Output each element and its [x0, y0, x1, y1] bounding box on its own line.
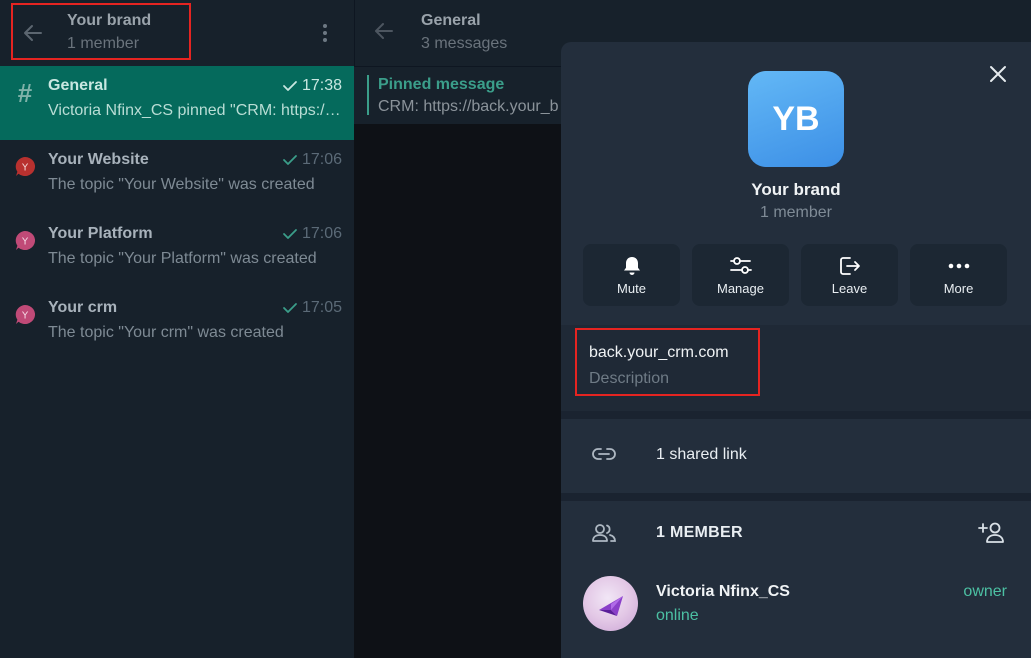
topic-name: Your Platform: [48, 225, 153, 242]
close-button[interactable]: [986, 62, 1010, 86]
section-divider: [561, 411, 1031, 419]
more-menu-icon[interactable]: [317, 20, 333, 46]
leave-label: Leave: [831, 280, 868, 296]
members-header: 1 MEMBER: [561, 501, 1031, 565]
pinned-title: Pinned message: [378, 76, 505, 93]
topic-name: General: [48, 77, 108, 94]
bell-icon: [623, 256, 640, 275]
topic-name: Your crm: [48, 299, 118, 316]
action-buttons: Mute Manage Leave More: [583, 244, 1009, 306]
pinned-text: CRM: https://back.your_b: [378, 98, 559, 115]
group-name: Your brand: [751, 180, 841, 199]
hash-icon: #: [17, 78, 33, 108]
svg-text:Y: Y: [21, 163, 29, 174]
check-icon: [283, 81, 297, 91]
avatar: [583, 576, 638, 631]
group-member-count: 1 member: [759, 204, 833, 221]
more-icon: [948, 263, 969, 268]
chat-title[interactable]: General: [421, 12, 481, 30]
manage-button[interactable]: Manage: [692, 244, 789, 306]
mute-label: Mute: [617, 280, 646, 296]
topic-preview: Victoria Nfinx_CS pinned "CRM: https://b…: [48, 102, 344, 119]
topic-name: Your Website: [48, 151, 149, 168]
leave-icon: [839, 256, 860, 275]
topic-item-your-website[interactable]: Y Your Website 17:06 The topic "Your Web…: [0, 140, 354, 214]
sliders-icon: [729, 256, 752, 274]
members-count-label: 1 MEMBER: [656, 524, 743, 541]
topic-preview: The topic "Your Platform" was created: [48, 250, 317, 267]
topic-icon: Y: [12, 302, 38, 328]
svg-text:Y: Y: [21, 237, 29, 248]
more-label: More: [943, 280, 974, 296]
pinned-accent-bar: [367, 75, 369, 115]
forum-topic-list: Your brand 1 member # General 17:38 Vict…: [0, 0, 354, 658]
member-name: Victoria Nfinx_CS: [656, 583, 790, 600]
close-icon: [990, 66, 1006, 82]
more-button[interactable]: More: [910, 244, 1007, 306]
sidebar-header: Your brand 1 member: [0, 0, 354, 66]
svg-text:Y: Y: [21, 311, 29, 322]
leave-button[interactable]: Leave: [801, 244, 898, 306]
topic-time: 17:38: [282, 77, 342, 95]
description-value[interactable]: back.your_crm.com: [589, 344, 729, 362]
mute-button[interactable]: Mute: [583, 244, 680, 306]
members-icon: [591, 522, 617, 549]
topic-icon: Y: [12, 154, 38, 180]
arrow-left-icon: [375, 23, 393, 39]
add-member-button[interactable]: [978, 520, 1006, 549]
description-section: back.your_crm.com Description: [561, 325, 1031, 411]
topic-preview: The topic "Your crm" was created: [48, 324, 284, 341]
topic-time: 17:06: [282, 151, 342, 169]
section-divider: [561, 493, 1031, 501]
add-user-icon: [978, 522, 1004, 543]
topic-time: 17:06: [282, 225, 342, 243]
member-role-badge: owner: [963, 583, 1007, 600]
topic-time: 17:05: [282, 299, 342, 317]
chat-message-count: 3 messages: [421, 35, 508, 52]
shared-links-label: 1 shared link: [656, 446, 747, 463]
topic-preview: The topic "Your Website" was created: [48, 176, 315, 193]
check-icon: [283, 229, 297, 239]
link-icon: [591, 443, 617, 470]
member-row[interactable]: Victoria Nfinx_CS online owner: [561, 569, 1031, 641]
manage-label: Manage: [717, 280, 764, 296]
chat-back-button[interactable]: [373, 20, 395, 47]
topic-item-your-crm[interactable]: Y Your crm 17:05 The topic "Your crm" wa…: [0, 288, 354, 362]
forum-member-count: 1 member: [67, 35, 140, 52]
group-info-panel: YB Your brand 1 member Mute Manage Leave…: [561, 42, 1031, 658]
check-icon: [283, 303, 297, 313]
topic-item-general[interactable]: # General 17:38 Victoria Nfinx_CS pinned…: [0, 66, 354, 140]
topic-icon: Y: [12, 228, 38, 254]
group-avatar: YB: [748, 71, 844, 167]
member-status: online: [656, 607, 699, 624]
forum-title[interactable]: Your brand: [67, 12, 151, 30]
topic-item-your-platform[interactable]: Y Your Platform 17:06 The topic "Your Pl…: [0, 214, 354, 288]
description-label: Description: [589, 370, 670, 387]
shared-links-row[interactable]: 1 shared link: [561, 419, 1031, 491]
check-icon: [283, 155, 297, 165]
